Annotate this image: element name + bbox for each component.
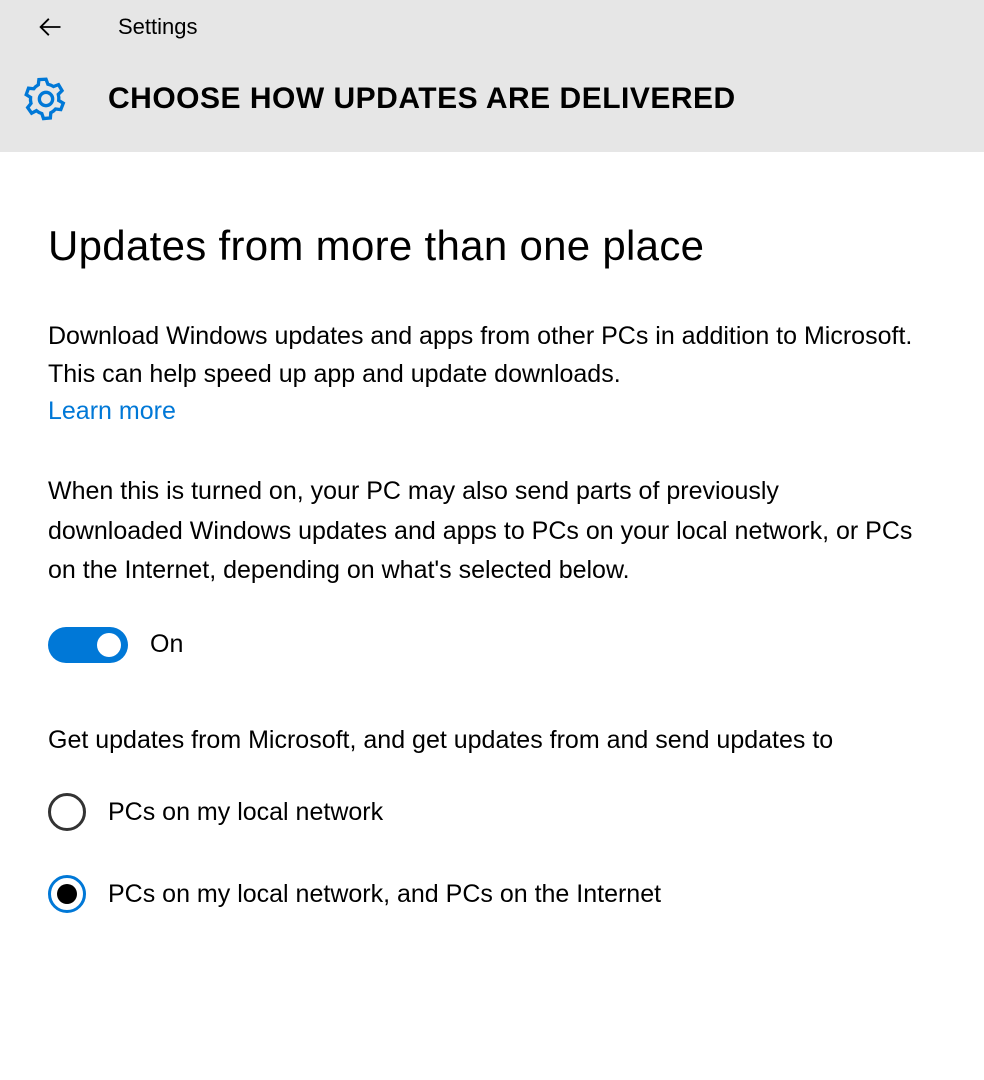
radio-label-internet: PCs on my local network, and PCs on the … <box>108 880 661 909</box>
page-title: CHOOSE HOW UPDATES ARE DELIVERED <box>108 82 736 116</box>
radio-dot-icon <box>57 884 77 904</box>
radio-circle-icon <box>48 793 86 831</box>
header-top-row: Settings <box>0 0 984 54</box>
toggle-knob <box>97 633 121 657</box>
gear-icon-wrap <box>18 74 74 124</box>
section-heading: Updates from more than one place <box>48 222 934 270</box>
updates-toggle[interactable] <box>48 627 128 663</box>
header-title-row: CHOOSE HOW UPDATES ARE DELIVERED <box>0 54 984 144</box>
gear-icon <box>21 74 71 124</box>
header: Settings CHOOSE HOW UPDATES ARE DELIVERE… <box>0 0 984 152</box>
back-button[interactable] <box>30 7 70 47</box>
toggle-row: On <box>48 627 934 663</box>
learn-more-link[interactable]: Learn more <box>48 397 176 426</box>
toggle-label: On <box>150 630 183 659</box>
description-1: Download Windows updates and apps from o… <box>48 318 918 393</box>
content: Updates from more than one place Downloa… <box>0 152 984 913</box>
back-arrow-icon <box>36 13 64 41</box>
radio-circle-selected-icon <box>48 875 86 913</box>
description-2: When this is turned on, your PC may also… <box>48 472 918 591</box>
radio-label-local: PCs on my local network <box>108 798 383 827</box>
radio-option-internet[interactable]: PCs on my local network, and PCs on the … <box>48 875 934 913</box>
radio-prompt: Get updates from Microsoft, and get upda… <box>48 721 918 760</box>
radio-option-local[interactable]: PCs on my local network <box>48 793 934 831</box>
settings-label: Settings <box>118 14 198 40</box>
